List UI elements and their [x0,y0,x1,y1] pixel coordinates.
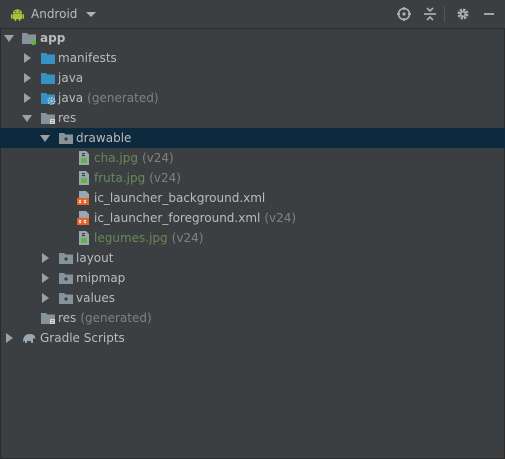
tree-item-java[interactable]: java [0,68,505,88]
collapse-all-button[interactable] [422,6,438,22]
tree-item-mipmap[interactable]: mipmap [0,268,505,288]
folder-icon [41,53,55,64]
hide-button[interactable] [481,6,497,22]
file-label: ic_launcher_foreground.xml (v24) [94,211,297,225]
tree-item-manifests[interactable]: manifests [0,48,505,68]
tree-item-file[interactable]: ic_launcher_foreground.xml (v24) [0,208,505,228]
resource-folder-icon [41,113,55,124]
expand-arrow-icon[interactable] [4,35,14,42]
expand-arrow-icon[interactable] [24,73,31,83]
view-selector[interactable]: Android [10,5,97,23]
tree-label-layout: layout [76,251,114,265]
folder-icon [59,293,73,304]
tree-item-file[interactable]: legumes.jpg (v24) [0,228,505,248]
expand-arrow-icon[interactable] [42,293,49,303]
collapse-icon [424,7,436,21]
xml-file-icon [77,211,89,225]
header-divider [444,6,445,22]
version-suffix: (v24) [171,231,204,245]
version-suffix: (v24) [141,151,174,165]
tree-item-gradle-scripts[interactable]: Gradle Scripts [0,328,505,348]
tree-item-java-generated[interactable]: java (generated) [0,88,505,108]
gradle-elephant-icon [23,334,36,343]
tree-label-values: values [76,291,116,305]
tree-label-app: app [40,31,66,45]
expand-arrow-icon[interactable] [42,253,49,263]
locate-button[interactable] [396,6,412,22]
folder-icon [59,253,73,264]
expand-arrow-icon[interactable] [6,333,13,343]
tree-label-java-generated: java (generated) [58,91,159,105]
gear-icon [457,8,469,20]
file-label: ic_launcher_background.xml [94,191,266,205]
chevron-down-icon [86,11,97,17]
tree-item-file[interactable]: cha.jpg (v24) [0,148,505,168]
image-file-icon [79,231,89,245]
tree-item-res-generated[interactable]: res (generated) [0,308,505,328]
expand-arrow-icon[interactable] [40,135,50,142]
tree-item-drawable[interactable]: drawable [0,128,505,148]
file-label: fruta.jpg (v24) [94,171,181,185]
resource-folder-icon [41,313,55,324]
panel-header: Android [0,0,505,29]
tree-label-manifests: manifests [58,51,117,65]
tree-label-drawable: drawable [76,131,132,145]
expand-arrow-icon[interactable] [22,115,32,122]
minimize-icon [484,13,494,15]
generated-suffix: (generated) [80,311,152,325]
tree-label-res: res [58,111,77,125]
tree-item-file[interactable]: ic_launcher_background.xml [0,188,505,208]
module-folder-icon [22,33,37,46]
tree-item-layout[interactable]: layout [0,248,505,268]
expand-arrow-icon[interactable] [24,93,31,103]
view-label: Android [31,7,78,21]
version-suffix: (v24) [264,211,297,225]
image-file-icon [79,151,89,165]
tree-label-gradle-scripts: Gradle Scripts [40,331,125,345]
folder-icon [59,273,73,284]
file-label: cha.jpg (v24) [94,151,174,165]
generated-source-folder-icon [41,93,56,106]
image-file-icon [79,171,89,185]
folder-icon [59,133,73,144]
settings-button[interactable] [455,6,471,22]
file-label: legumes.jpg (v24) [94,231,204,245]
tree-label-java: java [58,71,84,85]
tree-label-mipmap: mipmap [76,271,126,285]
tree-item-file[interactable]: fruta.jpg (v24) [0,168,505,188]
tree-item-app[interactable]: app [0,28,505,48]
expand-arrow-icon[interactable] [24,53,31,63]
target-icon [397,7,411,21]
folder-icon [41,73,55,84]
tree-label-res-generated: res (generated) [58,311,152,325]
expand-arrow-icon[interactable] [42,273,49,283]
android-icon [10,8,25,21]
tree-item-res[interactable]: res [0,108,505,128]
tree-item-values[interactable]: values [0,288,505,308]
version-suffix: (v24) [149,171,181,185]
xml-file-icon [77,191,89,205]
generated-suffix: (generated) [87,91,159,105]
